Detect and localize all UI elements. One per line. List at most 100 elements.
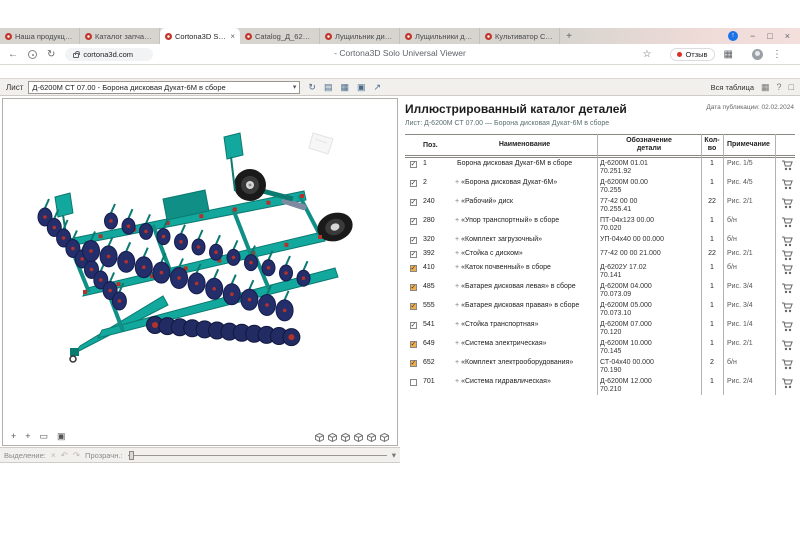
expand-toggle-icon[interactable]: + bbox=[455, 283, 459, 290]
browser-tab[interactable]: Лущильники дисковые гидр × bbox=[400, 28, 480, 44]
cart-icon[interactable] bbox=[775, 283, 795, 294]
refresh-icon[interactable]: ↻ bbox=[308, 82, 316, 93]
view-cube-icon[interactable] bbox=[328, 433, 337, 442]
clear-selection-icon[interactable]: × bbox=[51, 450, 56, 460]
row-name[interactable]: +«Каток почвенный» в сборе bbox=[449, 264, 597, 272]
view-cube-icon[interactable] bbox=[367, 433, 376, 442]
cart-icon[interactable] bbox=[775, 264, 795, 275]
row-note[interactable]: Рис. 1/5 bbox=[723, 160, 775, 168]
row-checkbox[interactable] bbox=[410, 251, 417, 258]
expand-panel-icon[interactable]: □ bbox=[789, 82, 794, 92]
fit-view-icon[interactable]: ▣ bbox=[57, 431, 66, 442]
row-checkbox[interactable] bbox=[410, 218, 417, 225]
row-note[interactable]: Рис. 1/4 bbox=[723, 321, 775, 329]
row-name[interactable]: +«Комплект загрузочный» bbox=[449, 236, 597, 244]
back-icon[interactable]: ← bbox=[8, 49, 18, 60]
row-name[interactable]: Борона дисковая Дукат-6М в сборе bbox=[449, 160, 597, 168]
reload-icon[interactable]: ↻ bbox=[47, 49, 55, 60]
maximize-button[interactable]: □ bbox=[767, 31, 772, 41]
sheet-select[interactable]: Д-6200М СТ 07.00 - Борона дисковая Дукат… bbox=[28, 81, 300, 94]
row-checkbox[interactable] bbox=[410, 265, 417, 272]
cart-icon[interactable] bbox=[775, 378, 795, 389]
browser-tab[interactable]: Catalog_Д_6200_сбор_ст-11 × bbox=[240, 28, 320, 44]
browser-tab[interactable]: Наша продукция - ООО Тр × bbox=[0, 28, 80, 44]
row-name[interactable]: +«Батарея дисковая левая» в сборе bbox=[449, 283, 597, 291]
report-icon[interactable]: ▤ bbox=[324, 82, 333, 93]
row-checkbox[interactable] bbox=[410, 199, 417, 206]
expand-toggle-icon[interactable]: + bbox=[455, 217, 459, 224]
view-cube-icon[interactable] bbox=[354, 433, 363, 442]
expand-toggle-icon[interactable]: + bbox=[455, 236, 459, 243]
cart-icon[interactable] bbox=[775, 198, 795, 209]
row-checkbox[interactable] bbox=[410, 237, 417, 244]
row-name[interactable]: +«Комплект электрооборудования» bbox=[449, 359, 597, 367]
url-field[interactable]: cortona3d.com bbox=[65, 48, 153, 61]
row-name[interactable]: +«Борона дисковая Дукат-6М» bbox=[449, 179, 597, 187]
slider-thumb[interactable] bbox=[129, 451, 134, 460]
view-cube-icon[interactable] bbox=[380, 433, 389, 442]
row-checkbox[interactable] bbox=[410, 303, 417, 310]
row-checkbox[interactable] bbox=[410, 322, 417, 329]
row-name[interactable]: +«Батарея дисковая правая» в сборе bbox=[449, 302, 597, 310]
expand-toggle-icon[interactable]: + bbox=[455, 264, 459, 271]
feedback-button[interactable]: Отзыв bbox=[670, 48, 714, 61]
help-icon[interactable]: ? bbox=[777, 82, 782, 92]
cart-icon[interactable] bbox=[775, 302, 795, 313]
row-name[interactable]: +«Стойка с диском» bbox=[449, 250, 597, 258]
tab-close-icon[interactable]: × bbox=[230, 32, 235, 41]
row-name[interactable]: +«Стойка транспортная» bbox=[449, 321, 597, 329]
row-note[interactable]: б/н bbox=[723, 217, 775, 225]
row-note[interactable]: Рис. 4/5 bbox=[723, 179, 775, 187]
pan-icon[interactable]: + bbox=[11, 431, 16, 442]
redo-icon[interactable]: ↷ bbox=[73, 450, 80, 461]
row-checkbox[interactable] bbox=[410, 360, 417, 367]
row-checkbox[interactable] bbox=[410, 284, 417, 291]
cart-icon[interactable] bbox=[775, 217, 795, 228]
print-icon[interactable]: ▦ bbox=[340, 82, 349, 93]
3d-viewport[interactable]: + + ▭ ▣ bbox=[2, 98, 398, 446]
browser-tab[interactable]: Каталог запчастей - ООО × bbox=[80, 28, 160, 44]
row-checkbox[interactable] bbox=[410, 161, 417, 168]
open-link-icon[interactable]: ↗ bbox=[373, 82, 381, 93]
row-note[interactable]: б/н bbox=[723, 264, 775, 272]
cart-icon[interactable] bbox=[775, 179, 795, 190]
extensions-icon[interactable]: ▦ bbox=[724, 49, 733, 60]
row-checkbox[interactable] bbox=[410, 180, 417, 187]
zoom-window-icon[interactable]: ▭ bbox=[40, 431, 49, 442]
row-name[interactable]: +«Рабочий» диск bbox=[449, 198, 597, 206]
row-note[interactable]: б/н bbox=[723, 236, 775, 244]
row-note[interactable]: Рис. 2/4 bbox=[723, 378, 775, 386]
zoom-in-icon[interactable]: + bbox=[25, 431, 30, 442]
row-note[interactable]: Рис. 3/4 bbox=[723, 283, 775, 291]
expand-toggle-icon[interactable]: + bbox=[455, 378, 459, 385]
expand-toggle-icon[interactable]: + bbox=[455, 321, 459, 328]
expand-toggle-icon[interactable]: + bbox=[455, 179, 459, 186]
row-note[interactable]: б/н bbox=[723, 359, 775, 367]
profile-avatar[interactable] bbox=[752, 49, 763, 60]
expand-toggle-icon[interactable]: + bbox=[455, 198, 459, 205]
bookmark-star-icon[interactable]: ☆ bbox=[642, 49, 651, 60]
row-note[interactable]: Рис. 2/1 bbox=[723, 340, 775, 348]
row-note[interactable]: Рис. 2/1 bbox=[723, 250, 775, 258]
cart-icon[interactable] bbox=[775, 236, 795, 247]
cart-icon[interactable] bbox=[775, 321, 795, 332]
browser-tab[interactable]: Культиватор СТК: Тор × bbox=[480, 28, 560, 44]
undo-icon[interactable]: ↶ bbox=[61, 450, 68, 461]
view-cube-icon[interactable] bbox=[315, 433, 324, 442]
cart-icon[interactable] bbox=[775, 359, 795, 370]
cart-icon[interactable] bbox=[775, 340, 795, 351]
table-view-icon[interactable]: ▦ bbox=[761, 82, 770, 93]
expand-toggle-icon[interactable]: + bbox=[455, 302, 459, 309]
row-checkbox[interactable] bbox=[410, 379, 417, 386]
expand-toggle-icon[interactable]: + bbox=[455, 359, 459, 366]
row-name[interactable]: +«Упор транспортный» в сборе bbox=[449, 217, 597, 225]
row-name[interactable]: +«Система электрическая» bbox=[449, 340, 597, 348]
close-button[interactable]: × bbox=[785, 31, 790, 41]
home-icon[interactable] bbox=[28, 50, 37, 59]
grid-icon[interactable]: ▣ bbox=[357, 82, 366, 93]
browser-menu-icon[interactable]: ⋮ bbox=[772, 49, 782, 60]
transparency-slider[interactable] bbox=[128, 451, 387, 460]
expand-toggle-icon[interactable]: + bbox=[455, 250, 459, 257]
cart-icon[interactable] bbox=[775, 160, 795, 171]
minimize-button[interactable]: − bbox=[750, 31, 755, 41]
